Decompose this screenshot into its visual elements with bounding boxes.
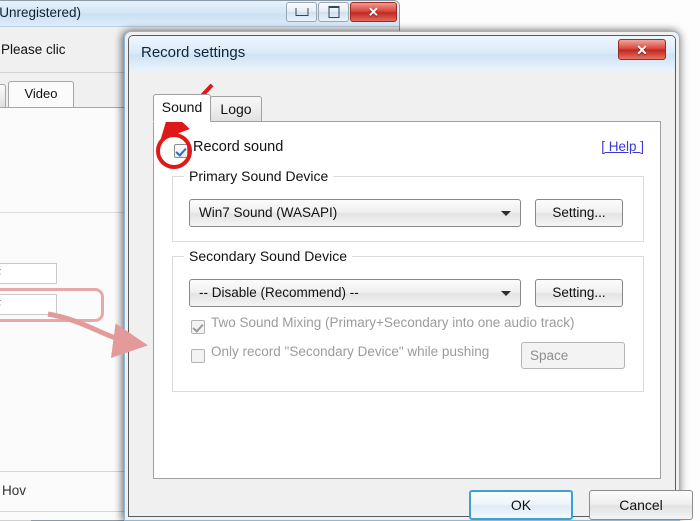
background-tab-fps[interactable]: FPS (0, 84, 6, 108)
secondary-sound-device-group: Secondary Sound Device -- Disable (Recom… (172, 248, 644, 392)
background-titlebar: dicam (Unregistered) ✕ (0, 1, 399, 27)
only-record-secondary-checkbox (191, 349, 205, 363)
dialog-titlebar: Record settings ✕ (129, 36, 675, 71)
close-button[interactable]: ✕ (350, 2, 397, 22)
help-link[interactable]: [ Help ] (601, 139, 644, 154)
dialog-body: Sound Logo Record sound [ Help ] Primary… (129, 71, 693, 520)
secondary-device-dropdown[interactable]: -- Disable (Recommend) -- (189, 279, 521, 307)
sound-tab-panel: Record sound [ Help ] Primary Sound Devi… (153, 121, 661, 479)
secondary-setting-button[interactable]: Setting... (535, 279, 623, 307)
tab-sound[interactable]: Sound (153, 94, 211, 122)
chevron-down-icon (501, 211, 511, 216)
minimize-button[interactable] (286, 2, 317, 22)
background-window-title: dicam (Unregistered) (0, 5, 82, 20)
background-tab-video[interactable]: Video (8, 81, 74, 108)
close-icon: ✕ (368, 4, 379, 20)
record-sound-label: Record sound (193, 139, 284, 155)
secondary-sound-device-title: Secondary Sound Device (184, 248, 352, 264)
record-sound-checkbox[interactable] (174, 144, 188, 158)
push-key-input: Space (521, 342, 625, 369)
background-status-text: Please clic (1, 42, 66, 57)
maximize-button[interactable] (318, 2, 349, 22)
record-stop-hotkey-input[interactable]: F (0, 263, 57, 284)
close-icon: ✕ (636, 41, 648, 58)
two-sound-mixing-checkbox (191, 320, 205, 334)
primary-device-dropdown[interactable]: Win7 Sound (WASAPI) (189, 199, 521, 227)
dialog-inner-frame: Record settings ✕ Sound Logo Record soun… (128, 35, 693, 520)
primary-sound-device-title: Primary Sound Device (184, 168, 334, 184)
dialog-title: Record settings (141, 44, 246, 61)
secondary-device-value: -- Disable (Recommend) -- (199, 285, 359, 300)
only-record-secondary-label: Only record "Secondary Device" while pus… (211, 344, 490, 359)
two-sound-mixing-label: Two Sound Mixing (Primary+Secondary into… (211, 315, 575, 330)
dialog-close-button[interactable]: ✕ (618, 39, 666, 60)
how-label: Hov (1, 483, 26, 498)
chevron-down-icon (501, 291, 511, 296)
screenshot-root: dicam (Unregistered) ✕ rget Please clic … (0, 0, 700, 521)
tab-logo[interactable]: Logo (210, 96, 262, 122)
primary-setting-button[interactable]: Setting... (535, 199, 623, 227)
primary-device-value: Win7 Sound (WASAPI) (199, 205, 338, 220)
primary-sound-device-group: Primary Sound Device Win7 Sound (WASAPI)… (172, 168, 644, 242)
ok-button[interactable]: OK (469, 490, 573, 520)
cancel-button[interactable]: Cancel (589, 490, 693, 520)
record-settings-dialog: Record settings ✕ Sound Logo Record soun… (124, 31, 693, 521)
pause-hotkey-input[interactable]: F (0, 294, 57, 315)
